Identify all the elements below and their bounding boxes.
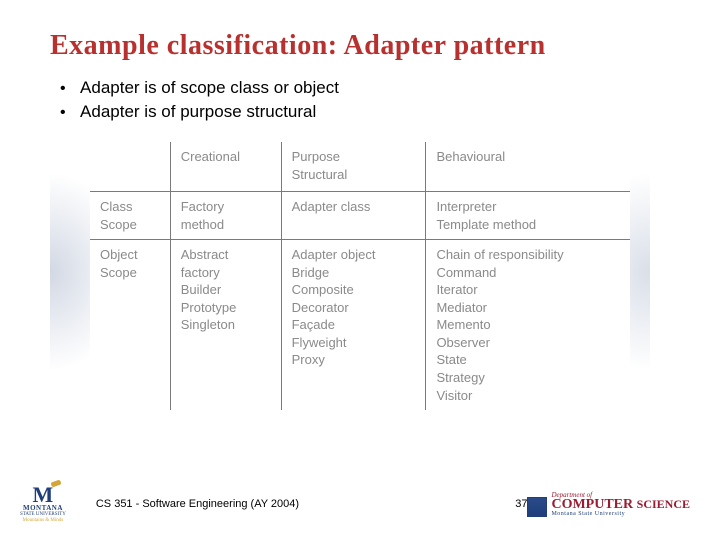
msu-logo: M MONTANA STATE UNIVERSITY Mountains & M…	[20, 485, 66, 524]
bullet-list: Adapter is of scope class or object Adap…	[60, 78, 670, 122]
slide-title: Example classification: Adapter pattern	[50, 30, 670, 62]
bullet-item: Adapter is of purpose structural	[60, 102, 670, 122]
header-empty	[90, 142, 170, 192]
slide: Example classification: Adapter pattern …	[0, 0, 720, 540]
cs-word-science: SCIENCE	[637, 497, 690, 511]
msu-subtitle: STATE UNIVERSITY	[20, 512, 66, 517]
cs-subtitle: Montana State University	[551, 511, 625, 517]
cell-behavioural-class: Interpreter Template method	[426, 192, 630, 240]
cs-word-computer: COMPUTER	[551, 497, 633, 512]
cell-creational-object: Abstract factory Builder Prototype Singl…	[170, 240, 281, 410]
table-header-row: Creational Purpose Structural Behavioura…	[90, 142, 630, 192]
table-row: Class Scope Factory method Adapter class…	[90, 192, 630, 240]
table-row: Object Scope Abstract factory Builder Pr…	[90, 240, 630, 410]
cell-creational-class: Factory method	[170, 192, 281, 240]
header-behavioural: Behavioural	[426, 142, 630, 192]
cs-main-title: COMPUTER SCIENCE	[551, 499, 690, 512]
slide-footer: M MONTANA STATE UNIVERSITY Mountains & M…	[0, 482, 720, 526]
cell-structural-object: Adapter object Bridge Composite Decorato…	[281, 240, 426, 410]
msu-m-icon: M	[33, 485, 54, 505]
cell-class-scope: Class Scope	[90, 192, 170, 240]
cell-object-scope: Object Scope	[90, 240, 170, 410]
bullet-item: Adapter is of scope class or object	[60, 78, 670, 98]
cell-structural-class: Adapter class	[281, 192, 426, 240]
msu-motto: Mountains & Minds	[23, 518, 64, 523]
classification-table-area: Creational Purpose Structural Behavioura…	[90, 142, 630, 422]
classification-table: Creational Purpose Structural Behavioura…	[90, 142, 630, 410]
header-creational: Creational	[170, 142, 281, 192]
header-structural: Purpose Structural	[281, 142, 426, 192]
cs-dept-logo: Department of COMPUTER SCIENCE Montana S…	[527, 491, 690, 518]
footer-page-number: 37	[497, 498, 527, 510]
cpu-icon	[527, 497, 547, 517]
cell-behavioural-object: Chain of responsibility Command Iterator…	[426, 240, 630, 410]
footer-course: CS 351 - Software Engineering (AY 2004)	[66, 498, 498, 510]
